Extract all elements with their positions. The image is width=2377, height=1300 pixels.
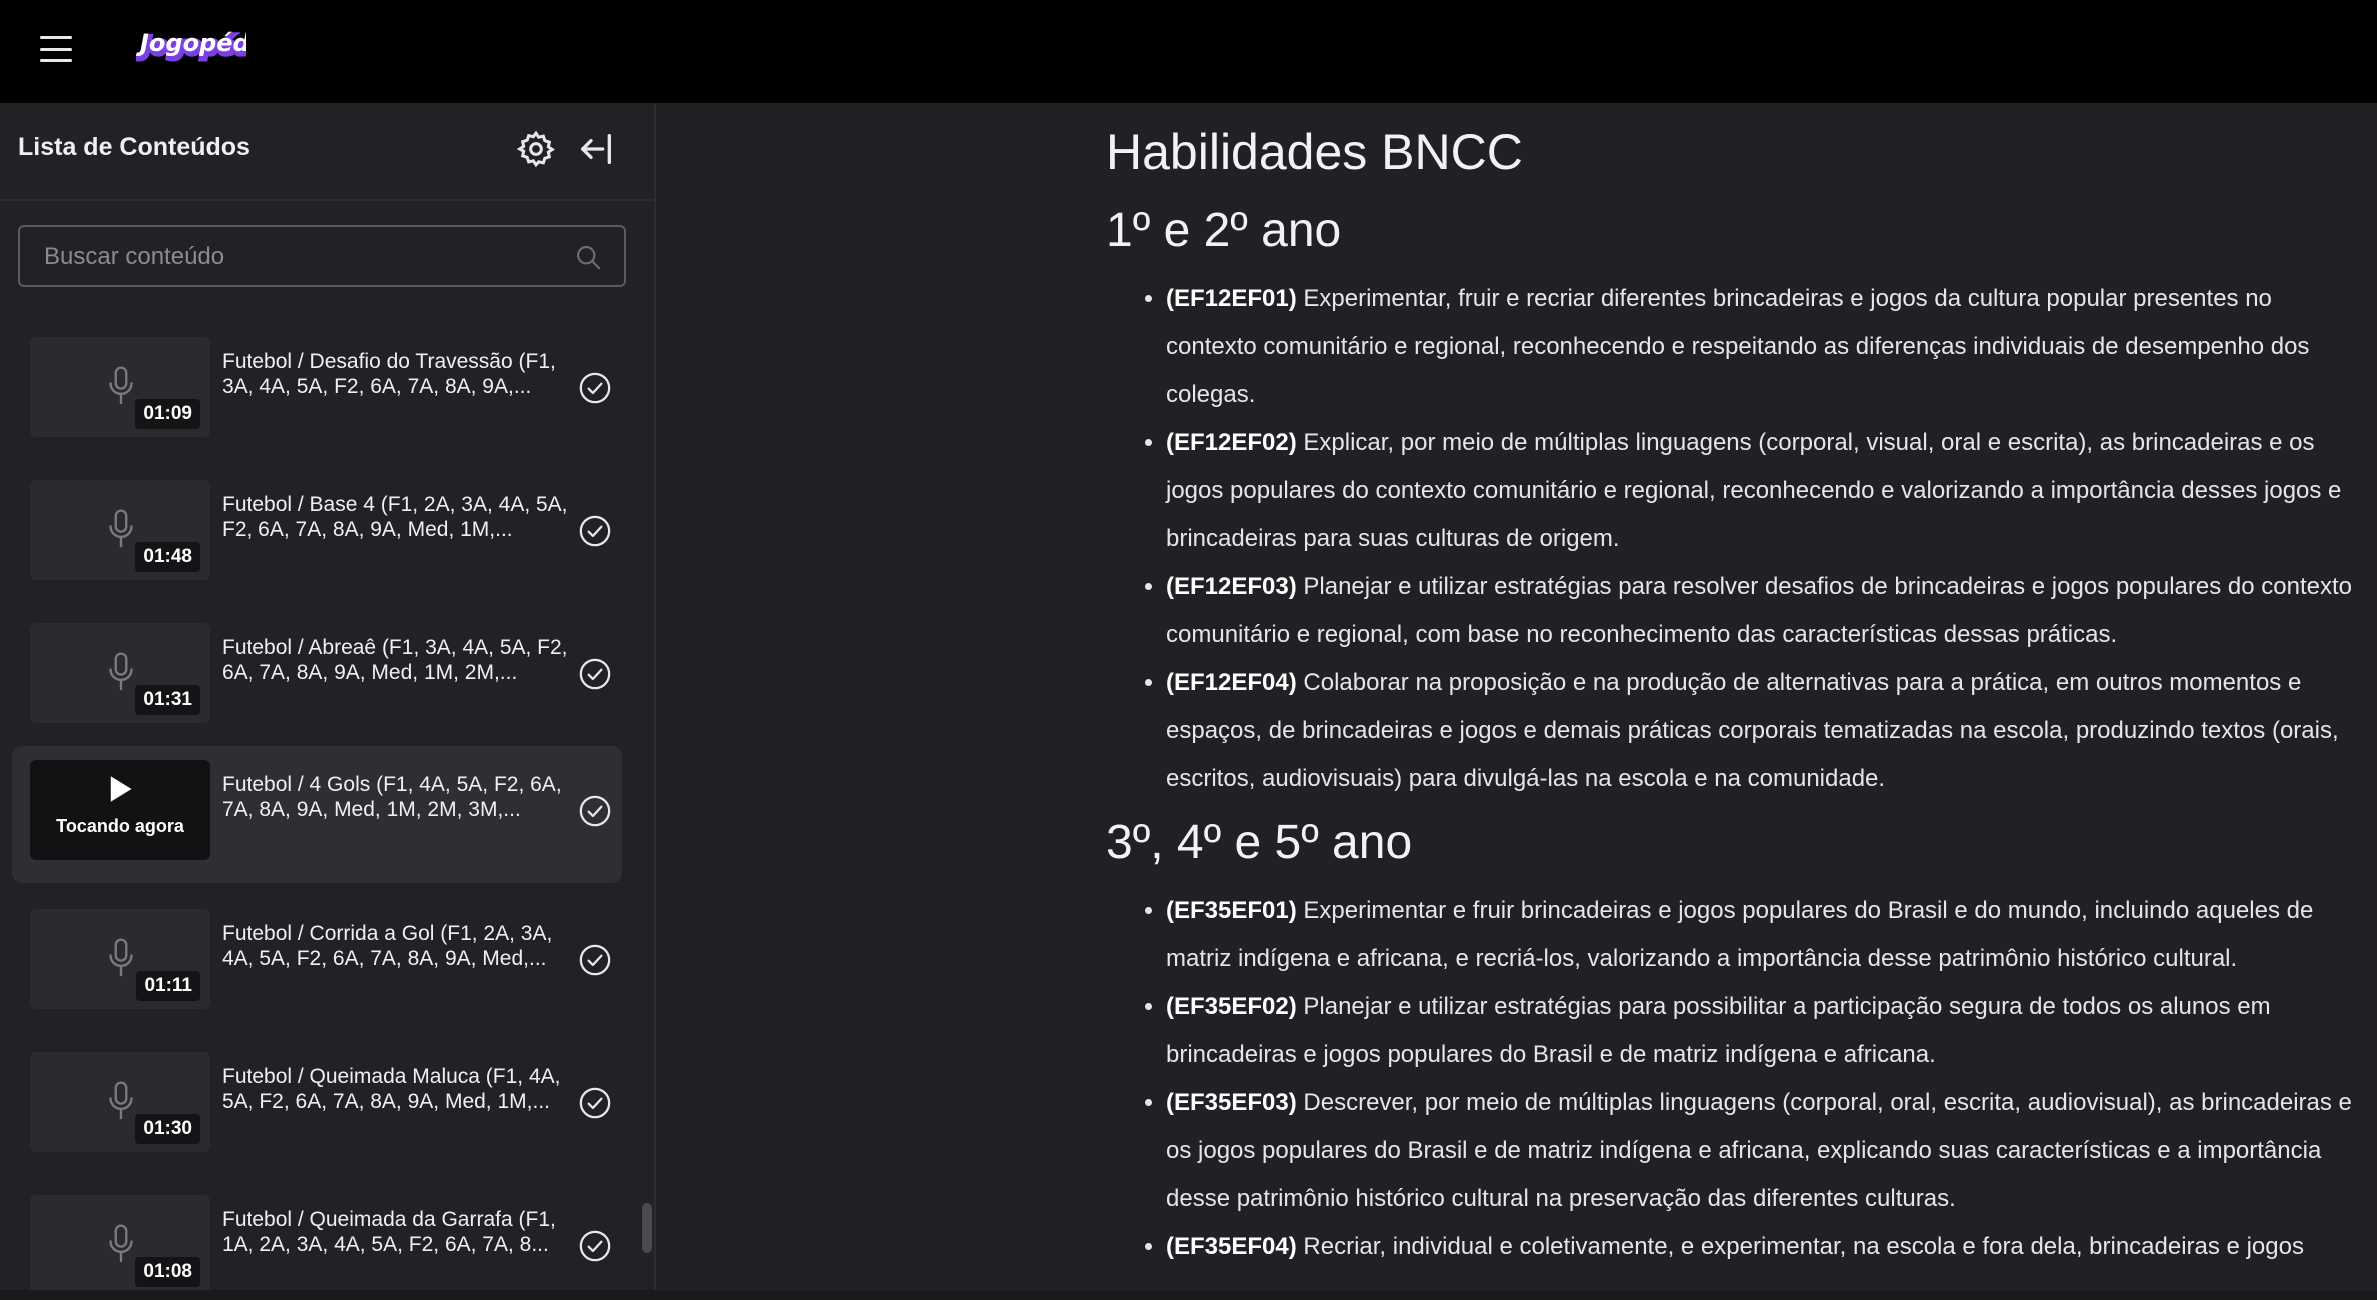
item-thumbnail: 01:30 bbox=[30, 1052, 210, 1152]
top-bar: Jogopédia Jogopédia bbox=[0, 0, 2377, 103]
list-item[interactable]: 01:48 Futebol / Base 4 (F1, 2A, 3A, 4A, … bbox=[12, 466, 622, 603]
content-list-sidebar: Lista de Conteúdos 01:09 Futebol / Desaf… bbox=[0, 103, 656, 1290]
check-circle-icon bbox=[579, 515, 611, 547]
search-input[interactable] bbox=[42, 227, 566, 287]
duration-badge: 01:08 bbox=[135, 1257, 200, 1287]
skill-code: (EF35EF01) bbox=[1166, 897, 1297, 924]
skill-code: (EF12EF04) bbox=[1166, 669, 1297, 696]
skills-list: (EF35EF01) Experimentar e fruir brincade… bbox=[1106, 887, 2366, 1271]
microphone-icon bbox=[109, 652, 133, 691]
duration-badge: 01:09 bbox=[135, 399, 200, 429]
skill-text: Experimentar e fruir brincadeiras e jogo… bbox=[1166, 897, 2314, 972]
microphone-icon bbox=[109, 938, 133, 977]
main-content: Habilidades BNCC 1º e 2º ano (EF12EF01) … bbox=[656, 103, 2377, 1290]
list-item[interactable]: 01:09 Futebol / Desafio do Travessão (F1… bbox=[12, 323, 622, 460]
skill-item: (EF12EF02) Explicar, por meio de múltipl… bbox=[1166, 419, 2366, 563]
gear-icon[interactable] bbox=[516, 129, 556, 169]
jogopedia-logo[interactable]: Jogopédia Jogopédia bbox=[136, 18, 246, 74]
skill-text: Experimentar, fruir e recriar diferentes… bbox=[1166, 285, 2310, 408]
skills-list: (EF12EF01) Experimentar, fruir e recriar… bbox=[1106, 275, 2366, 803]
microphone-icon bbox=[109, 509, 133, 548]
list-item-now-playing[interactable]: Tocando agora Futebol / 4 Gols (F1, 4A, … bbox=[12, 746, 622, 883]
skill-text: Descrever, por meio de múltiplas linguag… bbox=[1166, 1089, 2352, 1212]
list-item[interactable]: 01:08 Futebol / Queimada da Garrafa (F1,… bbox=[12, 1181, 622, 1290]
skill-item: (EF12EF01) Experimentar, fruir e recriar… bbox=[1166, 275, 2366, 419]
svg-text:Jogopédia: Jogopédia bbox=[136, 29, 246, 57]
skill-code: (EF12EF02) bbox=[1166, 429, 1297, 456]
skill-code: (EF12EF01) bbox=[1166, 285, 1297, 312]
page-title: Habilidades BNCC bbox=[1106, 124, 1523, 180]
item-thumbnail: 01:48 bbox=[30, 480, 210, 580]
duration-badge: 01:11 bbox=[136, 971, 200, 1001]
duration-badge: 01:30 bbox=[135, 1114, 200, 1144]
microphone-icon bbox=[109, 1224, 133, 1263]
bottom-bar bbox=[0, 1290, 2377, 1300]
check-circle-icon bbox=[579, 944, 611, 976]
item-thumbnail: 01:31 bbox=[30, 623, 210, 723]
item-title: Futebol / Desafio do Travessão (F1, 3A, … bbox=[222, 350, 556, 398]
skill-item: (EF35EF01) Experimentar e fruir brincade… bbox=[1166, 887, 2366, 983]
skill-item: (EF12EF03) Planejar e utilizar estratégi… bbox=[1166, 563, 2366, 659]
microphone-icon bbox=[109, 1081, 133, 1120]
skill-item: (EF35EF04) Recriar, individual e coletiv… bbox=[1166, 1223, 2366, 1271]
item-thumbnail: 01:08 bbox=[30, 1195, 210, 1290]
now-playing-label: Tocando agora bbox=[56, 816, 184, 836]
collapse-sidebar-icon[interactable] bbox=[576, 129, 616, 169]
list-item[interactable]: 01:11 Futebol / Corrida a Gol (F1, 2A, 3… bbox=[12, 895, 622, 1032]
duration-badge: 01:48 bbox=[135, 542, 200, 572]
skill-text: Recriar, individual e coletivamente, e e… bbox=[1303, 1233, 2304, 1260]
skill-code: (EF12EF03) bbox=[1166, 573, 1297, 600]
sidebar-title: Lista de Conteúdos bbox=[18, 133, 250, 161]
search-box bbox=[18, 225, 626, 287]
check-circle-icon bbox=[579, 1087, 611, 1119]
sidebar-header: Lista de Conteúdos bbox=[0, 103, 654, 201]
skill-item: (EF12EF04) Colaborar na proposição e na … bbox=[1166, 659, 2366, 803]
item-thumbnail: 01:09 bbox=[30, 337, 210, 437]
menu-icon[interactable] bbox=[40, 36, 72, 62]
microphone-icon bbox=[109, 366, 133, 405]
skill-code: (EF35EF03) bbox=[1166, 1089, 1297, 1116]
item-title: Futebol / Queimada Maluca (F1, 4A, 5A, F… bbox=[222, 1065, 561, 1113]
item-title: Futebol / Queimada da Garrafa (F1, 1A, 2… bbox=[222, 1208, 556, 1256]
check-circle-icon bbox=[579, 658, 611, 690]
search-icon[interactable] bbox=[574, 243, 602, 271]
skill-code: (EF35EF02) bbox=[1166, 993, 1297, 1020]
skill-code: (EF35EF04) bbox=[1166, 1233, 1297, 1260]
section-heading: 3º, 4º e 5º ano bbox=[1106, 816, 1413, 869]
item-title: Futebol / Base 4 (F1, 2A, 3A, 4A, 5A, F2… bbox=[222, 493, 568, 541]
item-title: Futebol / 4 Gols (F1, 4A, 5A, F2, 6A, 7A… bbox=[222, 773, 562, 821]
check-circle-icon bbox=[579, 1230, 611, 1262]
list-item[interactable]: 01:30 Futebol / Queimada Maluca (F1, 4A,… bbox=[12, 1038, 622, 1175]
skill-text: Planejar e utilizar estratégias para res… bbox=[1166, 573, 2352, 648]
sidebar-scrollbar[interactable] bbox=[642, 1203, 652, 1253]
item-thumbnail: 01:11 bbox=[30, 909, 210, 1009]
article: Habilidades BNCC 1º e 2º ano (EF12EF01) … bbox=[1106, 121, 2366, 1281]
play-icon[interactable] bbox=[106, 774, 134, 804]
skill-item: (EF35EF02) Planejar e utilizar estratégi… bbox=[1166, 983, 2366, 1079]
list-item[interactable]: 01:31 Futebol / Abreaê (F1, 3A, 4A, 5A, … bbox=[12, 609, 622, 746]
check-circle-icon bbox=[579, 795, 611, 827]
skill-text: Colaborar na proposição e na produção de… bbox=[1166, 669, 2339, 792]
item-thumbnail: Tocando agora bbox=[30, 760, 210, 860]
item-title: Futebol / Abreaê (F1, 3A, 4A, 5A, F2, 6A… bbox=[222, 636, 568, 684]
section-heading: 1º e 2º ano bbox=[1106, 204, 1342, 257]
skill-text: Explicar, por meio de múltiplas linguage… bbox=[1166, 429, 2342, 552]
item-title: Futebol / Corrida a Gol (F1, 2A, 3A, 4A,… bbox=[222, 922, 553, 970]
skill-text: Planejar e utilizar estratégias para pos… bbox=[1166, 993, 2271, 1068]
check-circle-icon bbox=[579, 372, 611, 404]
duration-badge: 01:31 bbox=[135, 685, 200, 715]
skill-item: (EF35EF03) Descrever, por meio de múltip… bbox=[1166, 1079, 2366, 1223]
